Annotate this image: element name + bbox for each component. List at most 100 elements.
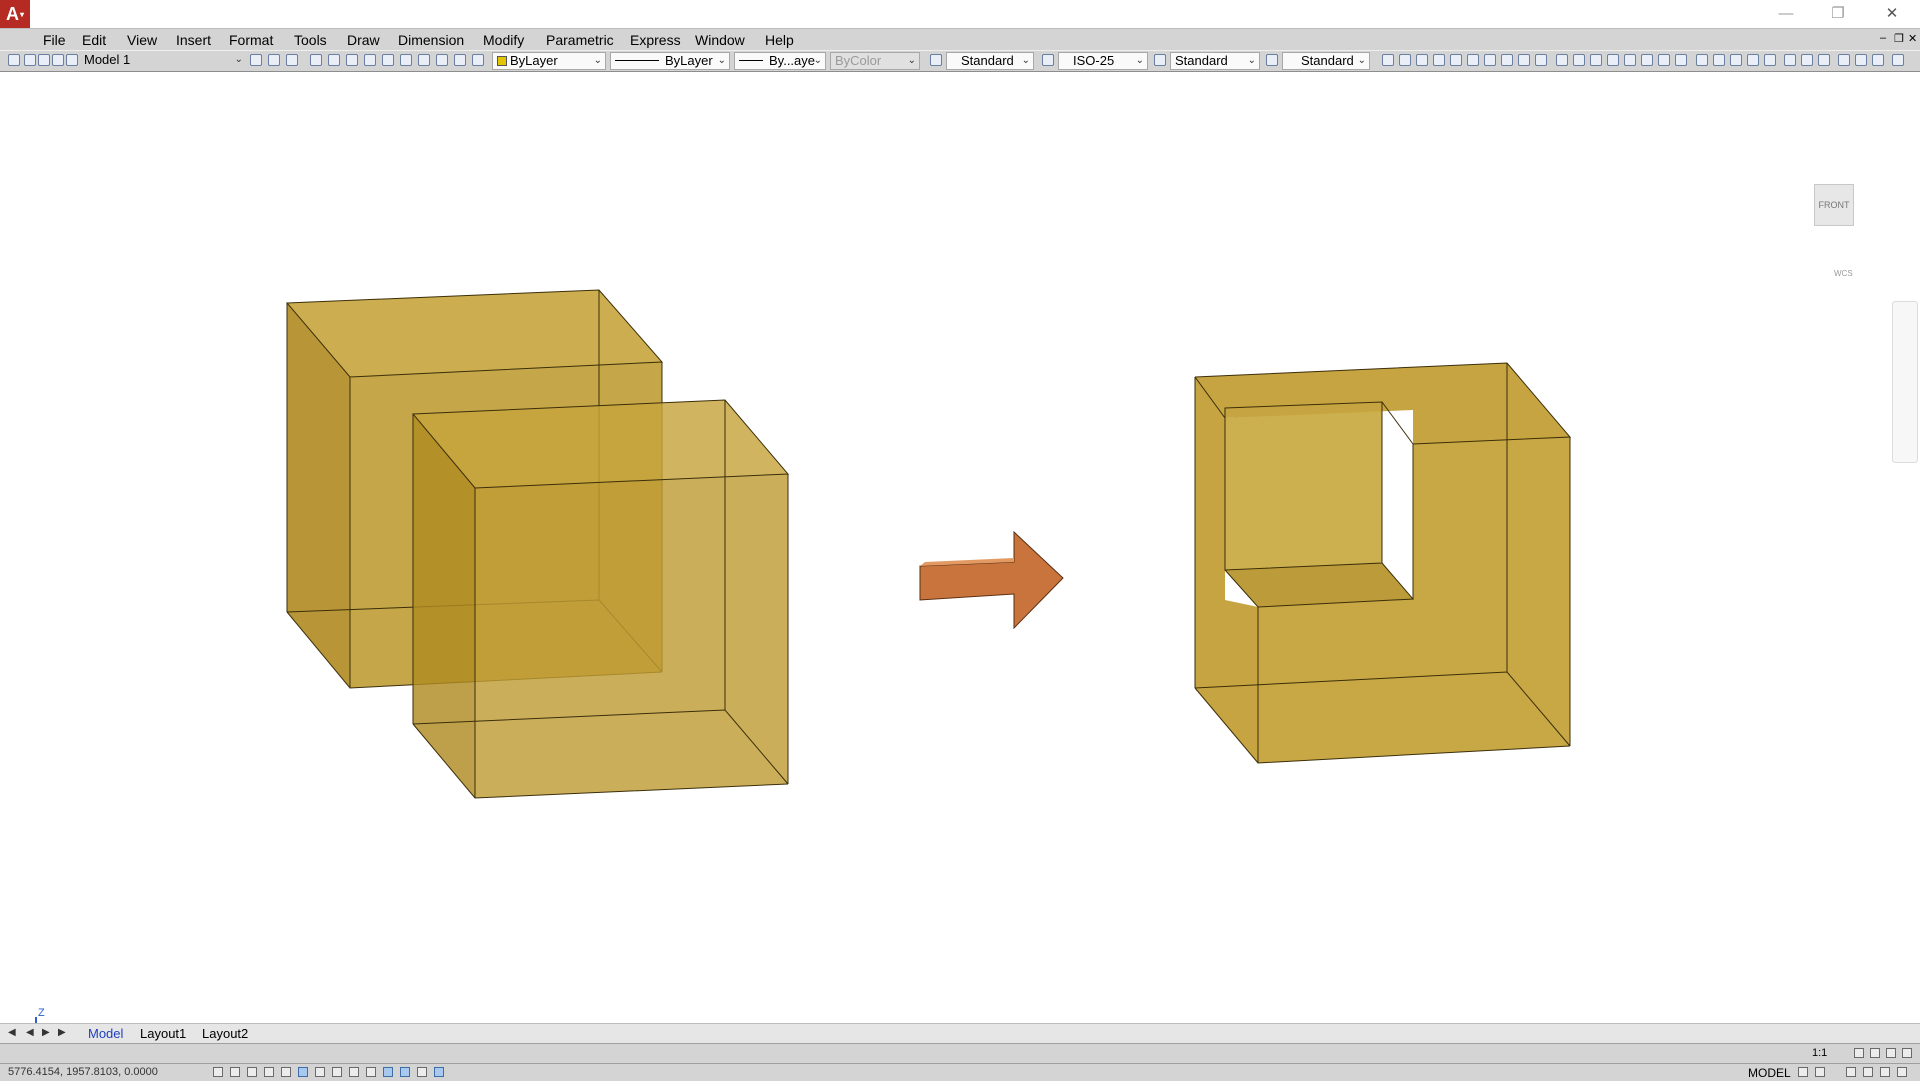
ucs-tool-3-icon[interactable] xyxy=(1818,54,1830,66)
table-style-icon[interactable] xyxy=(1154,54,1166,66)
document-minimize-icon[interactable]: – xyxy=(1880,32,1886,44)
draw-tool-8-icon[interactable] xyxy=(1501,54,1513,66)
view-tool-3-icon[interactable] xyxy=(1590,54,1602,66)
dimension-style-icon[interactable] xyxy=(1042,54,1054,66)
layer-tool-7-icon[interactable] xyxy=(418,54,430,66)
restore-icon[interactable]: ❐ xyxy=(1818,2,1858,24)
snap-mode-icon[interactable] xyxy=(230,1067,240,1077)
menu-format[interactable]: Format xyxy=(229,32,273,48)
previous-tab-icon[interactable]: ◀ xyxy=(26,1027,34,1038)
view-tool-8-icon[interactable] xyxy=(1675,54,1687,66)
minimize-icon[interactable]: — xyxy=(1766,2,1806,24)
dynamic-ucs-icon[interactable] xyxy=(349,1067,359,1077)
menu-dimension[interactable]: Dimension xyxy=(398,32,464,48)
tab-model[interactable]: Model xyxy=(88,1026,123,1041)
visual-style-5-icon[interactable] xyxy=(1764,54,1776,66)
annotation-scale[interactable]: 1:1 xyxy=(1812,1047,1827,1059)
layer-dropdown[interactable]: Model 1 ⌄ xyxy=(80,52,246,70)
make-current-layer-icon[interactable] xyxy=(250,54,262,66)
draw-tool-1-icon[interactable] xyxy=(1382,54,1394,66)
layer-previous-icon[interactable] xyxy=(268,54,280,66)
layer-freeze-icon[interactable] xyxy=(38,54,50,66)
menu-edit[interactable]: Edit xyxy=(82,32,106,48)
layer-tool-6-icon[interactable] xyxy=(400,54,412,66)
draw-tool-10-icon[interactable] xyxy=(1535,54,1547,66)
layer-state-icon[interactable] xyxy=(24,54,36,66)
view-tool-6-icon[interactable] xyxy=(1641,54,1653,66)
draw-tool-7-icon[interactable] xyxy=(1484,54,1496,66)
draw-tool-2-icon[interactable] xyxy=(1399,54,1411,66)
quick-view-layouts-icon[interactable] xyxy=(1798,1067,1808,1077)
transparency-icon[interactable] xyxy=(400,1067,410,1077)
view-tool-1-icon[interactable] xyxy=(1556,54,1568,66)
next-tab-icon[interactable]: ▶ xyxy=(42,1027,50,1038)
draw-tool-5-icon[interactable] xyxy=(1450,54,1462,66)
viewcube-front-face[interactable]: FRONT xyxy=(1814,184,1854,226)
last-tab-icon[interactable]: ▶ xyxy=(58,1027,66,1038)
view-tool-2-icon[interactable] xyxy=(1573,54,1585,66)
quick-properties-icon[interactable] xyxy=(417,1067,427,1077)
layer-tool-8-icon[interactable] xyxy=(436,54,448,66)
wcs-menu[interactable]: WCS xyxy=(1834,269,1853,278)
steering-wheel-icon[interactable] xyxy=(1880,1067,1890,1077)
solid-box-front[interactable] xyxy=(411,399,790,799)
layer-tool-4-icon[interactable] xyxy=(364,54,376,66)
ucs-tool-2-icon[interactable] xyxy=(1801,54,1813,66)
layer-tool-9-icon[interactable] xyxy=(454,54,466,66)
linetype-dropdown[interactable]: ByLayer ⌄ xyxy=(610,52,730,70)
application-menu-button[interactable]: A ▾ xyxy=(0,0,30,28)
menu-modify[interactable]: Modify xyxy=(483,32,524,48)
selection-cycling-icon[interactable] xyxy=(434,1067,444,1077)
visual-style-2-icon[interactable] xyxy=(1713,54,1725,66)
visual-style-4-icon[interactable] xyxy=(1747,54,1759,66)
3d-object-snap-icon[interactable] xyxy=(315,1067,325,1077)
tab-layout2[interactable]: Layout2 xyxy=(202,1026,248,1041)
draw-tool-3-icon[interactable] xyxy=(1416,54,1428,66)
cursor-coordinates[interactable]: 5776.4154, 1957.8103, 0.0000 xyxy=(8,1066,158,1078)
layer-tool-3-icon[interactable] xyxy=(346,54,358,66)
layer-color-icon[interactable] xyxy=(66,54,78,66)
close-icon[interactable]: ✕ xyxy=(1872,2,1912,24)
drawing-canvas[interactable]: FRONT WCS Z X xyxy=(0,71,1920,1060)
multileader-style-icon[interactable] xyxy=(1266,54,1278,66)
color-dropdown[interactable]: ByLayer ⌄ xyxy=(492,52,606,70)
visual-style-1-icon[interactable] xyxy=(1696,54,1708,66)
multileader-style-dropdown[interactable]: Standard ⌄ xyxy=(1282,52,1370,70)
object-snap-tracking-icon[interactable] xyxy=(332,1067,342,1077)
annotation-visibility-icon[interactable] xyxy=(1854,1048,1864,1058)
text-style-dropdown[interactable]: Standard ⌄ xyxy=(946,52,1034,70)
lineweight-dropdown[interactable]: By...aye ⌄ xyxy=(734,52,826,70)
draw-tool-6-icon[interactable] xyxy=(1467,54,1479,66)
quick-view-drawings-icon[interactable] xyxy=(1815,1067,1825,1077)
dimension-style-dropdown[interactable]: ISO-25 ⌄ xyxy=(1058,52,1148,70)
menu-insert[interactable]: Insert xyxy=(176,32,211,48)
infer-constraints-icon[interactable] xyxy=(213,1067,223,1077)
clean-screen-icon[interactable] xyxy=(1897,1067,1907,1077)
layer-tool-5-icon[interactable] xyxy=(382,54,394,66)
menu-view[interactable]: View xyxy=(127,32,157,48)
layer-tool-1-icon[interactable] xyxy=(310,54,322,66)
navigation-bar[interactable] xyxy=(1892,301,1918,463)
lineweight-icon[interactable] xyxy=(383,1067,393,1077)
ucs-tool-1-icon[interactable] xyxy=(1784,54,1796,66)
draw-tool-9-icon[interactable] xyxy=(1518,54,1530,66)
object-snap-icon[interactable] xyxy=(298,1067,308,1077)
layer-lock-icon[interactable] xyxy=(52,54,64,66)
layer-tool-2-icon[interactable] xyxy=(328,54,340,66)
document-restore-icon[interactable]: ❐ xyxy=(1894,32,1904,45)
dynamic-input-icon[interactable] xyxy=(366,1067,376,1077)
grid-display-icon[interactable] xyxy=(247,1067,257,1077)
command-line[interactable]: 1:1 xyxy=(0,1043,1920,1064)
menu-file[interactable]: File xyxy=(43,32,66,48)
menu-express[interactable]: Express xyxy=(630,32,681,48)
solid-result[interactable] xyxy=(1194,362,1572,764)
first-tab-icon[interactable]: ◀ xyxy=(8,1027,16,1038)
draw-tool-4-icon[interactable] xyxy=(1433,54,1445,66)
help-tool-icon[interactable] xyxy=(1892,54,1904,66)
tab-layout1[interactable]: Layout1 xyxy=(140,1026,186,1041)
orbit-icon[interactable] xyxy=(1872,54,1884,66)
menu-parametric[interactable]: Parametric xyxy=(546,32,614,48)
menu-window[interactable]: Window xyxy=(695,32,745,48)
menu-help[interactable]: Help xyxy=(765,32,794,48)
viewcube[interactable]: FRONT WCS xyxy=(1804,179,1864,289)
